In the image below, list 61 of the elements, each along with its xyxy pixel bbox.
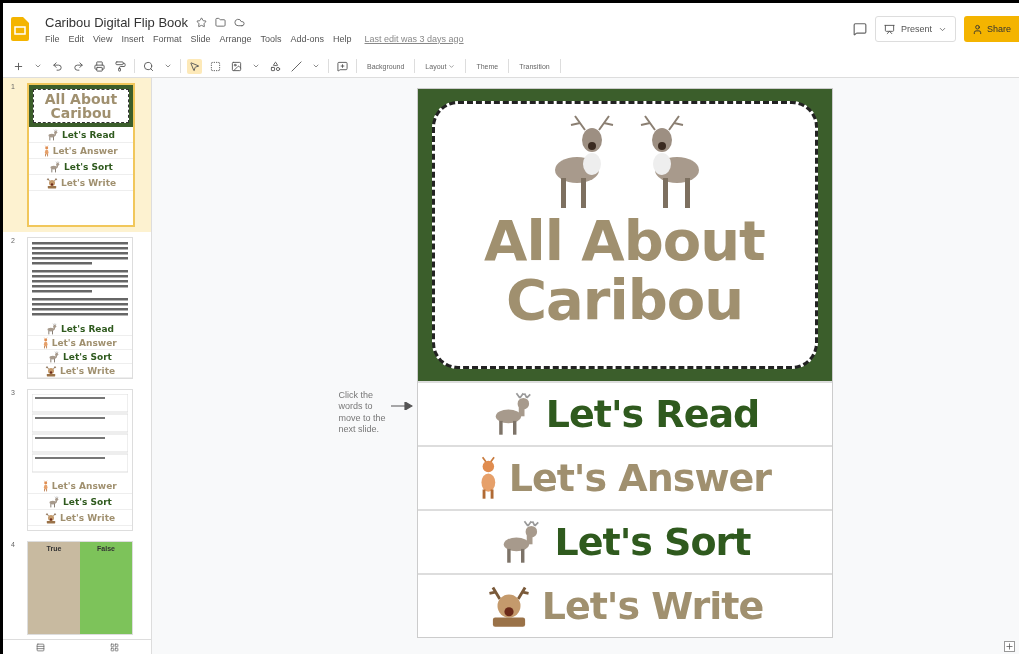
menu-item[interactable]: File	[45, 33, 60, 44]
reindeer-icon	[47, 128, 60, 141]
person-icon	[971, 23, 983, 35]
menu-item[interactable]: Format	[152, 33, 182, 44]
reindeer-icon	[46, 322, 59, 335]
link-label: Let's Write	[59, 365, 116, 376]
share-button[interactable]: Share	[963, 16, 1019, 42]
paint-format-icon[interactable]	[113, 58, 128, 74]
grid-view-icon[interactable]	[109, 642, 119, 652]
star-icon[interactable]	[196, 16, 208, 28]
thumbnail-title: All About	[44, 92, 118, 106]
comments-icon[interactable]	[852, 22, 867, 36]
link-label: Let's Write	[60, 177, 117, 188]
slide-link[interactable]: Let's Read	[545, 392, 760, 436]
link-label: Let's Answer	[52, 145, 118, 156]
speaker-note-text: Click the words to move to the next slide.	[338, 390, 387, 435]
link-label: Let's Write	[59, 512, 116, 523]
link-label: Let's Sort	[63, 351, 112, 362]
link-label: Let's Answer	[51, 337, 117, 348]
last-edit-link[interactable]: Last edit was 3 days ago	[364, 33, 464, 44]
reindeer-face-icon	[44, 511, 57, 524]
reindeer-icon	[48, 495, 61, 508]
document-title[interactable]: Caribou Digital Flip Book	[45, 14, 189, 30]
reindeer-icon	[49, 160, 62, 173]
slide-title: Caribou	[505, 270, 744, 330]
menu-item[interactable]: Help	[333, 33, 352, 44]
link-label: Let's Read	[61, 323, 114, 334]
fawn-icon	[43, 479, 49, 492]
folder-icon[interactable]	[215, 16, 227, 28]
present-icon	[883, 23, 895, 35]
cloud-icon[interactable]	[234, 16, 246, 28]
select-cursor-icon[interactable]	[187, 58, 202, 74]
fawn-icon	[44, 144, 50, 157]
thumbnail-title: Caribou	[50, 106, 112, 120]
menu-item[interactable]: Slide	[190, 33, 211, 44]
link-label: Let's Sort	[63, 496, 112, 507]
present-button[interactable]: Present	[874, 16, 956, 42]
slide-title: All About	[484, 212, 765, 271]
caret-icon	[448, 62, 456, 70]
explore-icon[interactable]	[1004, 641, 1015, 652]
reindeer-face-icon	[45, 176, 58, 189]
menu-item[interactable]: Tools	[260, 33, 282, 44]
link-label: Let's Answer	[51, 480, 117, 491]
slide-link[interactable]: Let's Sort	[554, 520, 751, 564]
line-icon[interactable]	[289, 58, 304, 74]
print-icon[interactable]	[92, 58, 107, 74]
menu-item[interactable]: Edit	[68, 33, 85, 44]
menu-item[interactable]: View	[93, 33, 113, 44]
slide-thumbnail[interactable]: Let's Read Let's Answer Let's Sort Let's Write	[27, 237, 133, 379]
reindeer-icon	[48, 350, 61, 363]
fawn-icon	[43, 336, 49, 349]
menu-item[interactable]: Insert	[121, 33, 144, 44]
link-label: Let's Read	[62, 129, 115, 140]
filmstrip-view-icon[interactable]	[35, 642, 45, 652]
slide-thumbnail[interactable]: Let's Answer Let's Sort Let's Write	[27, 389, 133, 531]
slide-thumbnail[interactable]: All About Caribou Let's Read Let's Answer Let's Sort Let's Write	[27, 83, 135, 227]
menu-item[interactable]: Arrange	[219, 33, 252, 44]
reindeer-face-icon	[44, 364, 57, 377]
link-label: Let's Sort	[64, 161, 113, 172]
arrow-icon	[390, 402, 413, 410]
menu-item[interactable]: Add-ons	[290, 33, 324, 44]
